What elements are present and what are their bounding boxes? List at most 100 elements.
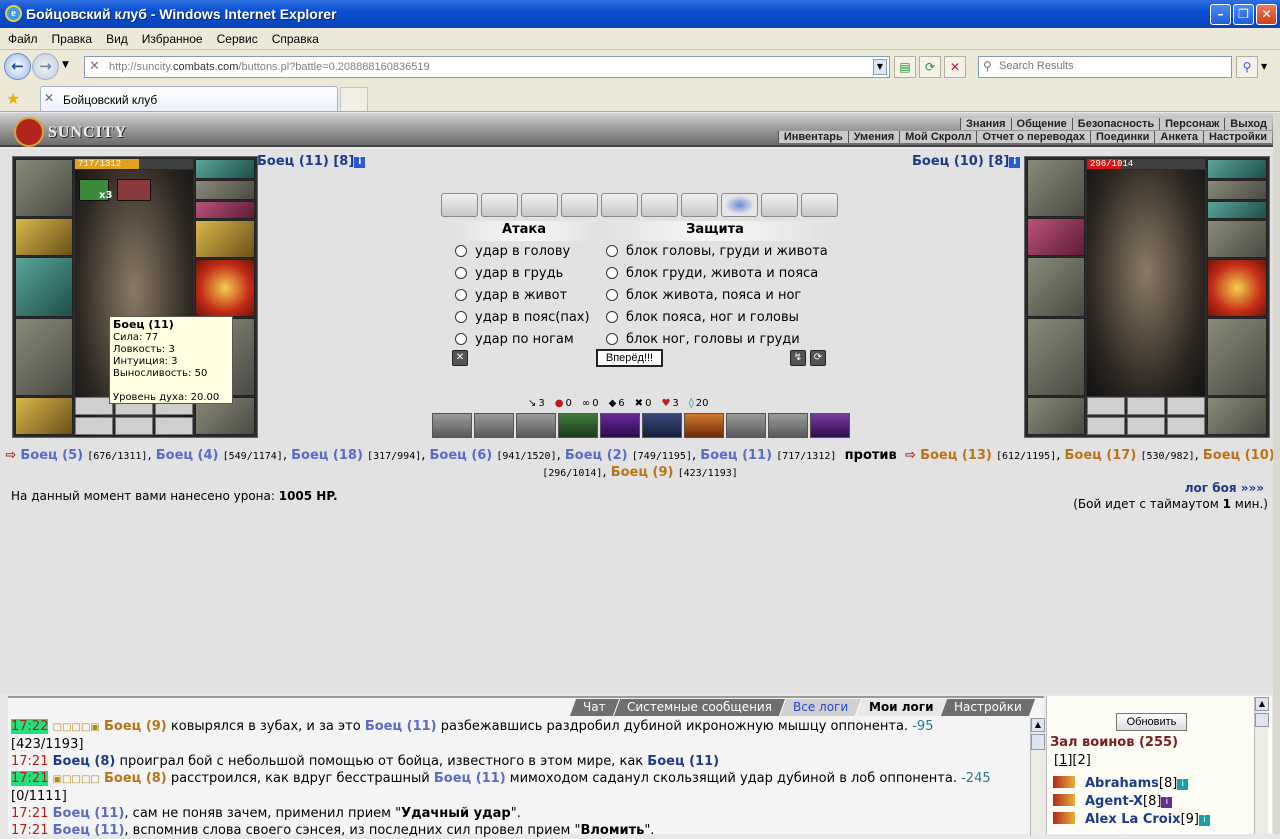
tab-fight-club[interactable]: ✕ Бойцовский клуб — [40, 86, 338, 111]
attack-option[interactable]: удар в голову — [451, 241, 597, 263]
trick-button[interactable] — [600, 413, 640, 438]
team2-fighter[interactable]: Боец (9) — [611, 465, 674, 480]
scroll-slot-button[interactable] — [681, 193, 718, 217]
team1-fighter[interactable]: Боец (18) — [291, 448, 363, 463]
menu-communication[interactable]: Общение — [1010, 118, 1072, 130]
new-tab-button[interactable] — [340, 87, 368, 111]
menu-character[interactable]: Персонаж — [1159, 118, 1225, 130]
menu-inventory[interactable]: Инвентарь — [777, 131, 848, 143]
scroll-slot[interactable] — [155, 417, 193, 435]
menu-transfer-report[interactable]: Отчет о переводах — [976, 131, 1090, 143]
belt-slot[interactable] — [15, 397, 73, 435]
team2-fighter[interactable]: Боец (10) — [1203, 448, 1275, 463]
skip-turn-icon[interactable]: ✕ — [452, 350, 468, 366]
radio-icon[interactable] — [455, 245, 467, 257]
shield-slot[interactable] — [1207, 259, 1267, 317]
menu-view[interactable]: Вид — [98, 28, 134, 46]
trick-button[interactable] — [684, 413, 724, 438]
page-link[interactable]: 1 — [1059, 753, 1067, 768]
helmet-slot[interactable] — [15, 159, 73, 217]
scroll-up-icon[interactable]: ▲ — [1031, 718, 1045, 732]
defense-option[interactable]: блок живота, пояса и ног — [602, 285, 828, 307]
menu-edit[interactable]: Правка — [44, 28, 99, 46]
team1-fighter[interactable]: Боец (11) — [700, 448, 772, 463]
scroll-slot[interactable] — [1167, 397, 1205, 415]
maximize-button[interactable]: ❐ — [1233, 4, 1254, 25]
amulet-slot[interactable] — [195, 180, 255, 200]
scroll-thumb[interactable] — [1031, 734, 1045, 750]
forward-nav-button[interactable]: → — [32, 53, 59, 80]
info-icon[interactable]: i — [1161, 797, 1173, 808]
player-row[interactable]: Abrahams[8] i — [1053, 775, 1210, 793]
tab-chat[interactable]: Чат — [568, 699, 619, 716]
bracers-slot[interactable] — [1027, 218, 1085, 256]
auto-choice-icon[interactable]: ↯ — [790, 350, 806, 366]
search-go-button[interactable]: ⚲ — [1236, 56, 1258, 78]
team1-fighter[interactable]: Боец (6) — [430, 448, 493, 463]
menu-knowledge[interactable]: Знания — [960, 118, 1011, 130]
radio-icon[interactable] — [455, 289, 467, 301]
tab-my-logs[interactable]: Мои логи — [854, 699, 947, 716]
tab-all-logs[interactable]: Все логи — [778, 699, 861, 716]
radio-icon[interactable] — [606, 333, 618, 345]
refresh-icon[interactable]: ⟳ — [919, 56, 941, 78]
menu-exit[interactable]: Выход — [1224, 118, 1272, 130]
scroll-slot[interactable] — [1087, 417, 1125, 435]
defense-option[interactable]: блок ног, головы и груди — [602, 329, 828, 351]
scroll-slot[interactable] — [1127, 397, 1165, 415]
gloves-slot[interactable] — [1207, 220, 1267, 258]
scroll-slot-button[interactable] — [601, 193, 638, 217]
menu-skills[interactable]: Умения — [847, 131, 900, 143]
shield-slot[interactable] — [195, 259, 255, 317]
boots-slot[interactable] — [1207, 397, 1267, 435]
bracers-slot[interactable] — [15, 218, 73, 256]
scroll-slot-button[interactable] — [761, 193, 798, 217]
forward-attack-button[interactable]: Вперёд!!! — [596, 349, 663, 367]
scroll-slot-button[interactable] — [521, 193, 558, 217]
scroll-slot[interactable] — [75, 417, 113, 435]
menu-duels[interactable]: Поединки — [1089, 131, 1155, 143]
menu-settings[interactable]: Настройки — [1202, 131, 1272, 143]
helmet-slot[interactable] — [1027, 159, 1085, 217]
earrings-slot[interactable] — [1207, 159, 1267, 179]
scroll-slot-button[interactable] — [721, 193, 758, 217]
page-scrollbar[interactable] — [1273, 113, 1280, 834]
scroll-slot[interactable] — [1087, 397, 1125, 415]
trick-button[interactable] — [432, 413, 472, 438]
amulet-slot[interactable] — [1207, 180, 1267, 200]
team1-fighter[interactable]: Боец (4) — [156, 448, 219, 463]
gloves-slot[interactable] — [195, 220, 255, 258]
defense-option[interactable]: блок пояса, ног и головы — [602, 307, 828, 329]
back-button[interactable]: ← — [4, 53, 31, 80]
belt-slot[interactable] — [1027, 397, 1085, 435]
scroll-thumb[interactable] — [1255, 713, 1269, 727]
refresh-room-button[interactable]: Обновить — [1116, 713, 1187, 731]
trick-button[interactable] — [768, 413, 808, 438]
right-fighter-name[interactable]: Боец (10) [8] i — [912, 154, 1021, 169]
defense-option[interactable]: блок головы, груди и живота — [602, 241, 828, 263]
trick-button[interactable] — [516, 413, 556, 438]
scroll-slot-button[interactable] — [441, 193, 478, 217]
rings-slot[interactable] — [195, 201, 255, 219]
chat-scrollbar[interactable]: ▲ — [1030, 718, 1045, 836]
radio-icon[interactable] — [606, 289, 618, 301]
radio-icon[interactable] — [606, 245, 618, 257]
scroll-up-icon[interactable]: ▲ — [1255, 697, 1269, 711]
info-icon[interactable]: i — [354, 157, 366, 168]
radio-icon[interactable] — [455, 333, 467, 345]
weapon-slot[interactable] — [15, 257, 73, 317]
stop-icon[interactable]: ✕ — [944, 56, 966, 78]
leggings-slot[interactable] — [1207, 318, 1267, 396]
info-icon[interactable]: i — [1009, 157, 1021, 168]
player-row[interactable]: Agent-X[8] i — [1053, 793, 1210, 811]
attack-option[interactable]: удар в грудь — [451, 263, 597, 285]
defense-option[interactable]: блок груди, живота и пояса — [602, 263, 828, 285]
radio-icon[interactable] — [606, 267, 618, 279]
trick-button[interactable] — [810, 413, 850, 438]
trick-button[interactable] — [558, 413, 598, 438]
scroll-slot[interactable] — [1167, 417, 1205, 435]
menu-my-scroll[interactable]: Мой Скролл — [899, 131, 977, 143]
menu-favorites[interactable]: Избранное — [134, 28, 209, 46]
battle-log-link[interactable]: лог боя »»» — [1185, 481, 1264, 495]
rings-slot[interactable] — [1207, 201, 1267, 219]
